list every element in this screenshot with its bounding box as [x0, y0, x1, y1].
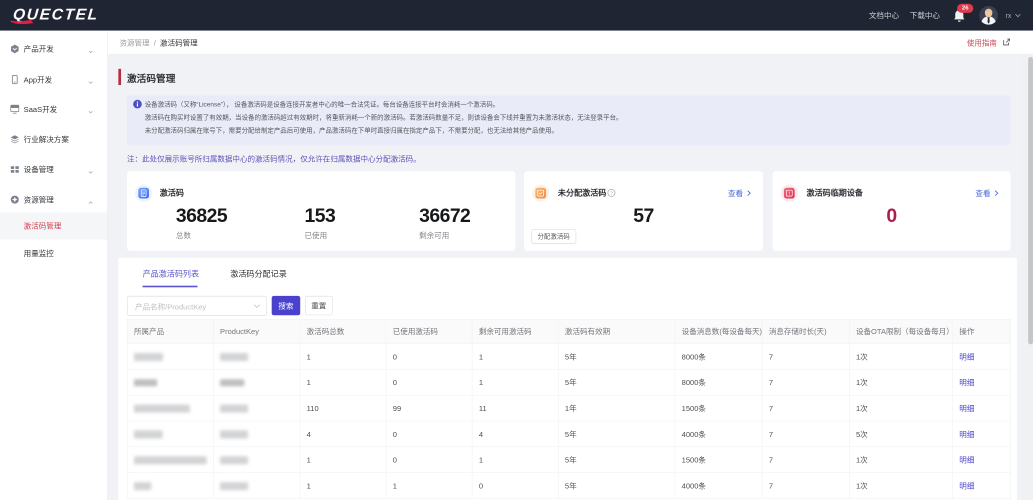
- svg-text:?: ?: [610, 191, 613, 197]
- svg-text:QUECTEL: QUECTEL: [12, 6, 99, 23]
